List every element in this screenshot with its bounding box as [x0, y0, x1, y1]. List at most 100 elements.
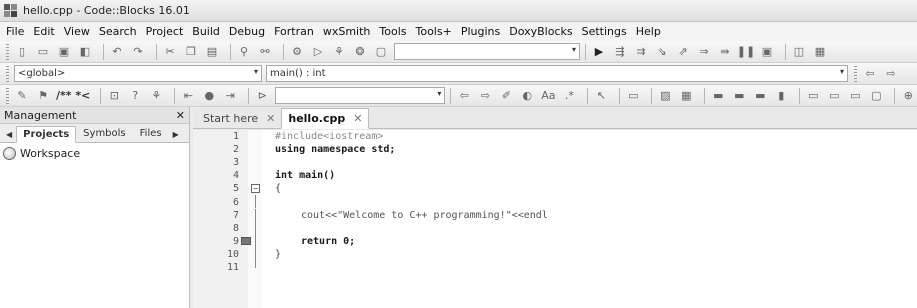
next-instruction-icon[interactable]: ⇒ [696, 44, 712, 60]
build-icon[interactable]: ⚙ [289, 44, 305, 60]
widget-b-icon[interactable]: ▬ [731, 88, 747, 104]
doxyblocks-extract-icon[interactable]: ⚑ [35, 88, 51, 104]
widget-c-icon[interactable]: ▬ [752, 88, 768, 104]
incremental-search-input[interactable]: ▾ [275, 87, 446, 104]
cut-icon[interactable]: ✂ [162, 44, 178, 60]
widget-f-icon[interactable]: ▭ [826, 88, 842, 104]
step-out-icon[interactable]: ⇗ [675, 44, 691, 60]
tab-scroll-left-icon[interactable]: ◀ [2, 127, 16, 142]
tab-start-here[interactable]: Start here ✕ [197, 109, 281, 128]
toolbar-grip[interactable] [6, 65, 9, 82]
info-icon[interactable]: ▦ [812, 44, 828, 60]
menu-edit[interactable]: Edit [33, 25, 54, 38]
function-combo[interactable]: main() : int ▾ [266, 65, 848, 82]
toolbar-grip[interactable] [854, 65, 857, 82]
next-line-icon[interactable]: ⇉ [633, 44, 649, 60]
menu-debug[interactable]: Debug [229, 25, 265, 38]
menu-doxyblocks[interactable]: DoxyBlocks [509, 25, 572, 38]
match-case-icon[interactable]: Aa [540, 88, 556, 104]
menu-project[interactable]: Project [146, 25, 184, 38]
close-icon[interactable]: ✕ [266, 112, 275, 125]
close-icon[interactable]: ✕ [176, 109, 185, 122]
fold-collapse-icon[interactable]: − [251, 184, 260, 194]
highlight-icon[interactable]: ✐ [498, 88, 514, 104]
widget-e-icon[interactable]: ▭ [805, 88, 821, 104]
menu-plugins[interactable]: Plugins [461, 25, 500, 38]
pointer-icon[interactable]: ↖ [593, 88, 609, 104]
replace-icon[interactable]: ⚯ [257, 44, 273, 60]
build-and-run-icon[interactable]: ⚘ [331, 44, 347, 60]
widget-h-icon[interactable]: ▢ [868, 88, 884, 104]
pause-icon[interactable]: ❚❚ [737, 44, 755, 60]
menu-build[interactable]: Build [192, 25, 220, 38]
search-previous-icon[interactable]: ⇦ [456, 88, 472, 104]
toolbar-separator [587, 87, 589, 104]
prev-bookmark-icon[interactable]: ⇤ [180, 88, 196, 104]
find-icon[interactable]: ⚲ [236, 44, 252, 60]
menu-wxsmith[interactable]: wxSmith [323, 25, 371, 38]
doxyblocks-wizard-icon[interactable]: ✎ [14, 88, 30, 104]
redo-icon[interactable]: ↷ [130, 44, 146, 60]
tab-hello-cpp[interactable]: hello.cpp ✕ [281, 108, 370, 129]
code-editor[interactable]: 1 #include<iostream> 2 using namespace std… [193, 130, 917, 308]
doxywizard-icon[interactable]: ⊡ [106, 88, 122, 104]
help-icon[interactable]: ? [127, 88, 143, 104]
toggle-bookmark-icon[interactable]: ● [201, 88, 217, 104]
tab-symbols[interactable]: Symbols [76, 125, 132, 142]
search-target-icon[interactable]: ⊳ [254, 88, 270, 104]
widget-g-icon[interactable]: ▭ [847, 88, 863, 104]
search-next-icon[interactable]: ⇨ [477, 88, 493, 104]
selected-text-icon[interactable]: ◐ [519, 88, 535, 104]
panel-icon[interactable]: ▭ [625, 88, 641, 104]
open-file-icon[interactable]: ▭ [35, 44, 51, 60]
menu-tools[interactable]: Tools [379, 25, 406, 38]
zoom-in-icon[interactable]: ⊕ [900, 88, 916, 104]
tab-files[interactable]: Files [133, 125, 169, 142]
stop-debug-icon[interactable]: ▣ [759, 44, 775, 60]
widget-a-icon[interactable]: ▬ [710, 88, 726, 104]
toolbar-grip[interactable] [6, 87, 9, 104]
tab-projects[interactable]: Projects [16, 126, 77, 143]
copy-icon[interactable]: ❐ [183, 44, 199, 60]
toolbar-separator [585, 43, 586, 60]
step-into-instruction-icon[interactable]: ⇛ [717, 44, 733, 60]
run-icon[interactable]: ▷ [310, 44, 326, 60]
preferences-icon[interactable]: ⚘ [148, 88, 164, 104]
menu-settings[interactable]: Settings [582, 25, 627, 38]
jump-forward-icon[interactable]: ⇨ [883, 66, 899, 82]
close-icon[interactable]: ✕ [353, 112, 362, 125]
debug-windows-icon[interactable]: ◫ [791, 44, 807, 60]
regex-icon[interactable]: .* [561, 88, 577, 104]
build-target-combo[interactable]: ▾ [394, 43, 580, 60]
scope-combo[interactable]: <global> ▾ [14, 65, 262, 82]
tab-scroll-right-icon[interactable]: ▶ [169, 127, 183, 142]
save-icon[interactable]: ▣ [56, 44, 72, 60]
rebuild-icon[interactable]: ❂ [352, 44, 368, 60]
debug-continue-icon[interactable]: ▶ [591, 44, 607, 60]
widget-d-icon[interactable]: ▮ [773, 88, 789, 104]
paste-icon[interactable]: ▤ [204, 44, 220, 60]
abort-icon[interactable]: ▢ [373, 44, 389, 60]
next-bookmark-icon[interactable]: ⇥ [222, 88, 238, 104]
menu-tools-plus[interactable]: Tools+ [416, 25, 452, 38]
menu-fortran[interactable]: Fortran [274, 25, 314, 38]
new-file-icon[interactable]: ▯ [14, 44, 30, 60]
step-into-icon[interactable]: ⇘ [654, 44, 670, 60]
run-to-cursor-icon[interactable]: ⇶ [612, 44, 628, 60]
menu-view[interactable]: View [64, 25, 90, 38]
tree-item-workspace[interactable]: Workspace [3, 147, 186, 160]
undo-icon[interactable]: ↶ [109, 44, 125, 60]
code-line: 2 using namespace std; [193, 143, 917, 156]
toolbar-grip[interactable] [6, 43, 9, 60]
save-all-icon[interactable]: ◧ [77, 44, 93, 60]
menu-file[interactable]: File [6, 25, 24, 38]
fold-guide [255, 260, 256, 268]
image-icon[interactable]: ▨ [657, 88, 673, 104]
breakpoint-marker-icon[interactable] [241, 236, 251, 245]
menu-search[interactable]: Search [99, 25, 137, 38]
line-text: { [275, 183, 282, 195]
jump-back-icon[interactable]: ⇦ [862, 66, 878, 82]
block-comment-button[interactable]: /** *< [56, 88, 90, 104]
menu-help[interactable]: Help [636, 25, 661, 38]
grid-icon[interactable]: ▦ [678, 88, 694, 104]
